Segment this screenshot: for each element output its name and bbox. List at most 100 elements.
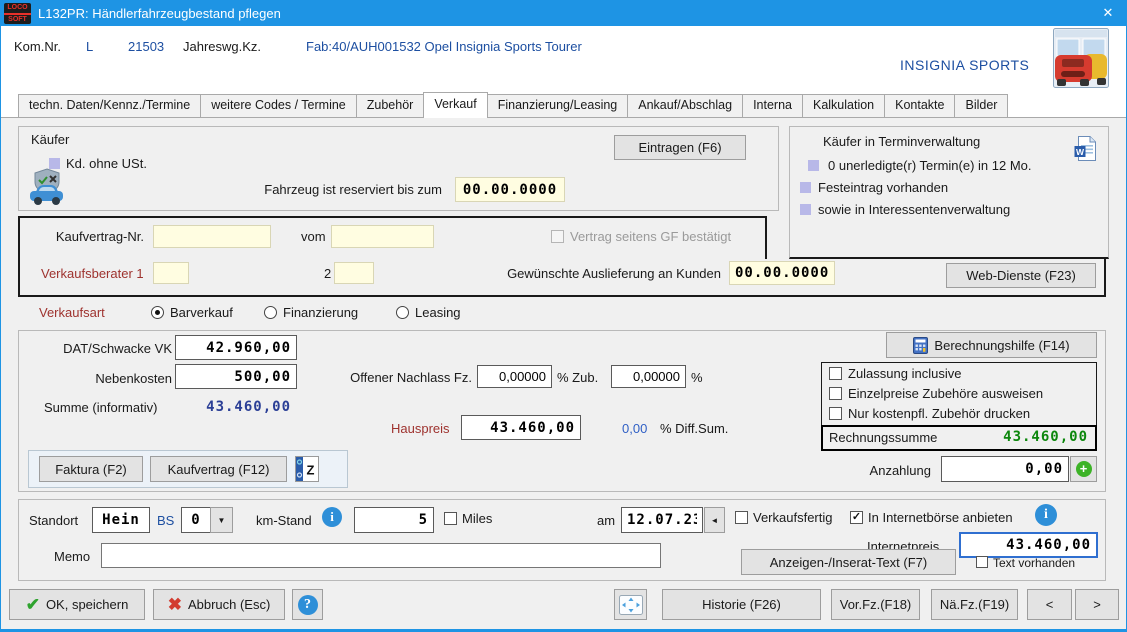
auslieferung-label: Gewünschte Auslieferung an Kunden [481, 266, 721, 282]
internetboerse-checkbox[interactable]: ✓ [850, 511, 863, 524]
tab-techn-daten[interactable]: techn. Daten/Kennz./Termine [18, 94, 201, 117]
einzelpreise-label: Einzelpreise Zubehöre ausweisen [848, 386, 1043, 402]
rechnungssumme-label: Rechnungssumme [829, 430, 937, 446]
fab-vehicle-text: Fab:40/AUH001532 Opel Insignia Sports To… [306, 39, 582, 55]
internet-info-icon[interactable]: i [1035, 504, 1057, 526]
tab-zubehoer[interactable]: Zubehör [356, 94, 425, 117]
calculator-icon [913, 337, 928, 354]
model-badge: INSIGNIA SPORTS [900, 57, 1029, 73]
filiale-input[interactable] [181, 507, 211, 533]
status-square [800, 204, 811, 215]
kaeufer-section: Käufer Kd. ohne USt. Fahrzeug ist reserv… [18, 126, 779, 211]
abbruch-button[interactable]: ✖ Abbruch (Esc) [153, 589, 285, 620]
radio-finanzierung-label[interactable]: Finanzierung [283, 305, 358, 321]
diff-sum-value: 0,00 [622, 421, 647, 437]
verkaufsberater2-label: 2 [324, 266, 331, 282]
reserviert-bis-input[interactable] [455, 177, 565, 202]
tab-kalkulation[interactable]: Kalkulation [802, 94, 885, 117]
tab-kontakte[interactable]: Kontakte [884, 94, 955, 117]
text-vorhanden-label: Text vorhanden [993, 555, 1075, 571]
berechnungshilfe-button[interactable]: Berechnungshilfe (F14) [886, 332, 1097, 358]
anzahlung-add-button[interactable]: + [1070, 456, 1097, 482]
nae-fz-button[interactable]: Nä.Fz.(F19) [931, 589, 1018, 620]
kostenpfl-label: Nur kostenpfl. Zubehör drucken [848, 406, 1030, 422]
summe-label: Summe (informativ) [44, 400, 157, 416]
tab-ankauf-abschlag[interactable]: Ankauf/Abschlag [627, 94, 743, 117]
eintragen-button[interactable]: Eintragen (F6) [614, 135, 746, 160]
inserat-text-button[interactable]: Anzeigen-/Inserat-Text (F7) [741, 549, 956, 575]
verkaufsberater1-label: Verkaufsberater 1 [41, 266, 144, 282]
faktura-button[interactable]: Faktura (F2) [39, 456, 143, 482]
ok-speichern-button[interactable]: ✔ OK, speichern [9, 589, 145, 620]
zulassung-checkbox[interactable] [829, 367, 842, 380]
anzahlung-input[interactable] [941, 456, 1069, 482]
next-button[interactable]: > [1075, 589, 1119, 620]
help-button[interactable]: ? [292, 589, 323, 620]
tab-interna[interactable]: Interna [742, 94, 803, 117]
terminverwaltung-title: Käufer in Terminverwaltung [823, 134, 980, 150]
jahreswg-label: Jahreswg.Kz. [183, 39, 261, 55]
tab-finanzierung-leasing[interactable]: Finanzierung/Leasing [487, 94, 629, 117]
verkaufsfertig-checkbox[interactable] [735, 511, 748, 524]
radio-barverkauf-label[interactable]: Barverkauf [170, 305, 233, 321]
web-dienste-button[interactable]: Web-Dienste (F23) [946, 263, 1096, 288]
date-back-button[interactable]: ◄ [704, 507, 725, 533]
memo-input[interactable] [101, 543, 661, 568]
word-document-icon[interactable]: W [1074, 136, 1096, 161]
vor-fz-button[interactable]: Vor.Fz.(F18) [831, 589, 920, 620]
window-move-button[interactable] [614, 589, 647, 620]
auslieferung-input[interactable] [729, 261, 835, 285]
nebenkosten-input[interactable] [175, 364, 297, 389]
miles-checkbox[interactable] [444, 512, 457, 525]
historie-button[interactable]: Historie (F26) [662, 589, 821, 620]
kaufvertrag-nr-label: Kaufvertrag-Nr. [44, 229, 144, 245]
bs-label: BS [157, 513, 174, 529]
z-document-icon[interactable]: Z [295, 456, 319, 482]
rechnungssumme-value: 43.460,00 [1003, 429, 1088, 445]
tab-weitere-codes[interactable]: weitere Codes / Termine [200, 94, 357, 117]
prev-button[interactable]: < [1027, 589, 1072, 620]
kaufvertrag-drucken-button[interactable]: Kaufvertrag (F12) [150, 456, 287, 482]
verkaufsberater1-input[interactable] [153, 262, 189, 284]
km-info-icon[interactable]: i [322, 507, 342, 527]
zub-nachlass-input[interactable] [611, 365, 686, 388]
am-datum-input[interactable] [621, 507, 703, 533]
einzelpreise-checkbox[interactable] [829, 387, 842, 400]
radio-leasing-label[interactable]: Leasing [415, 305, 461, 321]
svg-text:W: W [1076, 147, 1085, 157]
radio-leasing[interactable] [396, 306, 409, 319]
radio-finanzierung[interactable] [264, 306, 277, 319]
plus-icon: + [1076, 461, 1092, 477]
filiale-dropdown-button[interactable]: ▼ [210, 507, 233, 533]
kostenpfl-checkbox[interactable] [829, 407, 842, 420]
dat-schwacke-input[interactable] [175, 335, 297, 360]
help-icon: ? [298, 595, 318, 615]
tab-bar: techn. Daten/Kennz./Termine weitere Code… [1, 95, 1126, 118]
tab-verkauf[interactable]: Verkauf [423, 92, 487, 118]
gf-bestaetigt-checkbox[interactable] [551, 230, 564, 243]
kaufvertrag-nr-input[interactable] [153, 225, 271, 248]
text-vorhanden-checkbox[interactable] [976, 556, 988, 568]
kaeufer-title: Käufer [31, 132, 69, 148]
status-square [808, 160, 819, 171]
termin-item-label: sowie in Interessentenverwaltung [818, 202, 1010, 218]
close-icon[interactable]: ✕ [1090, 1, 1126, 26]
verkaufsberater2-input[interactable] [334, 262, 374, 284]
km-stand-input[interactable] [354, 507, 434, 533]
druck-optionen-group: Zulassung inclusive Einzelpreise Zubehör… [821, 362, 1097, 426]
check-icon: ✔ [26, 595, 40, 615]
svg-text:Z: Z [307, 463, 315, 478]
arrow-left-icon: ◄ [711, 516, 719, 525]
kom-nr-label: Kom.Nr. [14, 39, 61, 55]
hauspreis-input[interactable] [461, 415, 581, 440]
dealership-cars-icon [1053, 28, 1109, 88]
gf-bestaetigt-label: Vertrag seitens GF bestätigt [570, 229, 731, 245]
rechnungssumme-box: Rechnungssumme 43.460,00 [821, 425, 1097, 451]
radio-barverkauf[interactable] [151, 306, 164, 319]
chevron-down-icon: ▼ [218, 516, 226, 525]
tab-bilder[interactable]: Bilder [954, 94, 1008, 117]
diff-sum-label: % Diff.Sum. [660, 421, 728, 437]
standort-input[interactable] [92, 507, 150, 533]
vom-input[interactable] [331, 225, 434, 248]
nachlass-fz-input[interactable] [477, 365, 552, 388]
